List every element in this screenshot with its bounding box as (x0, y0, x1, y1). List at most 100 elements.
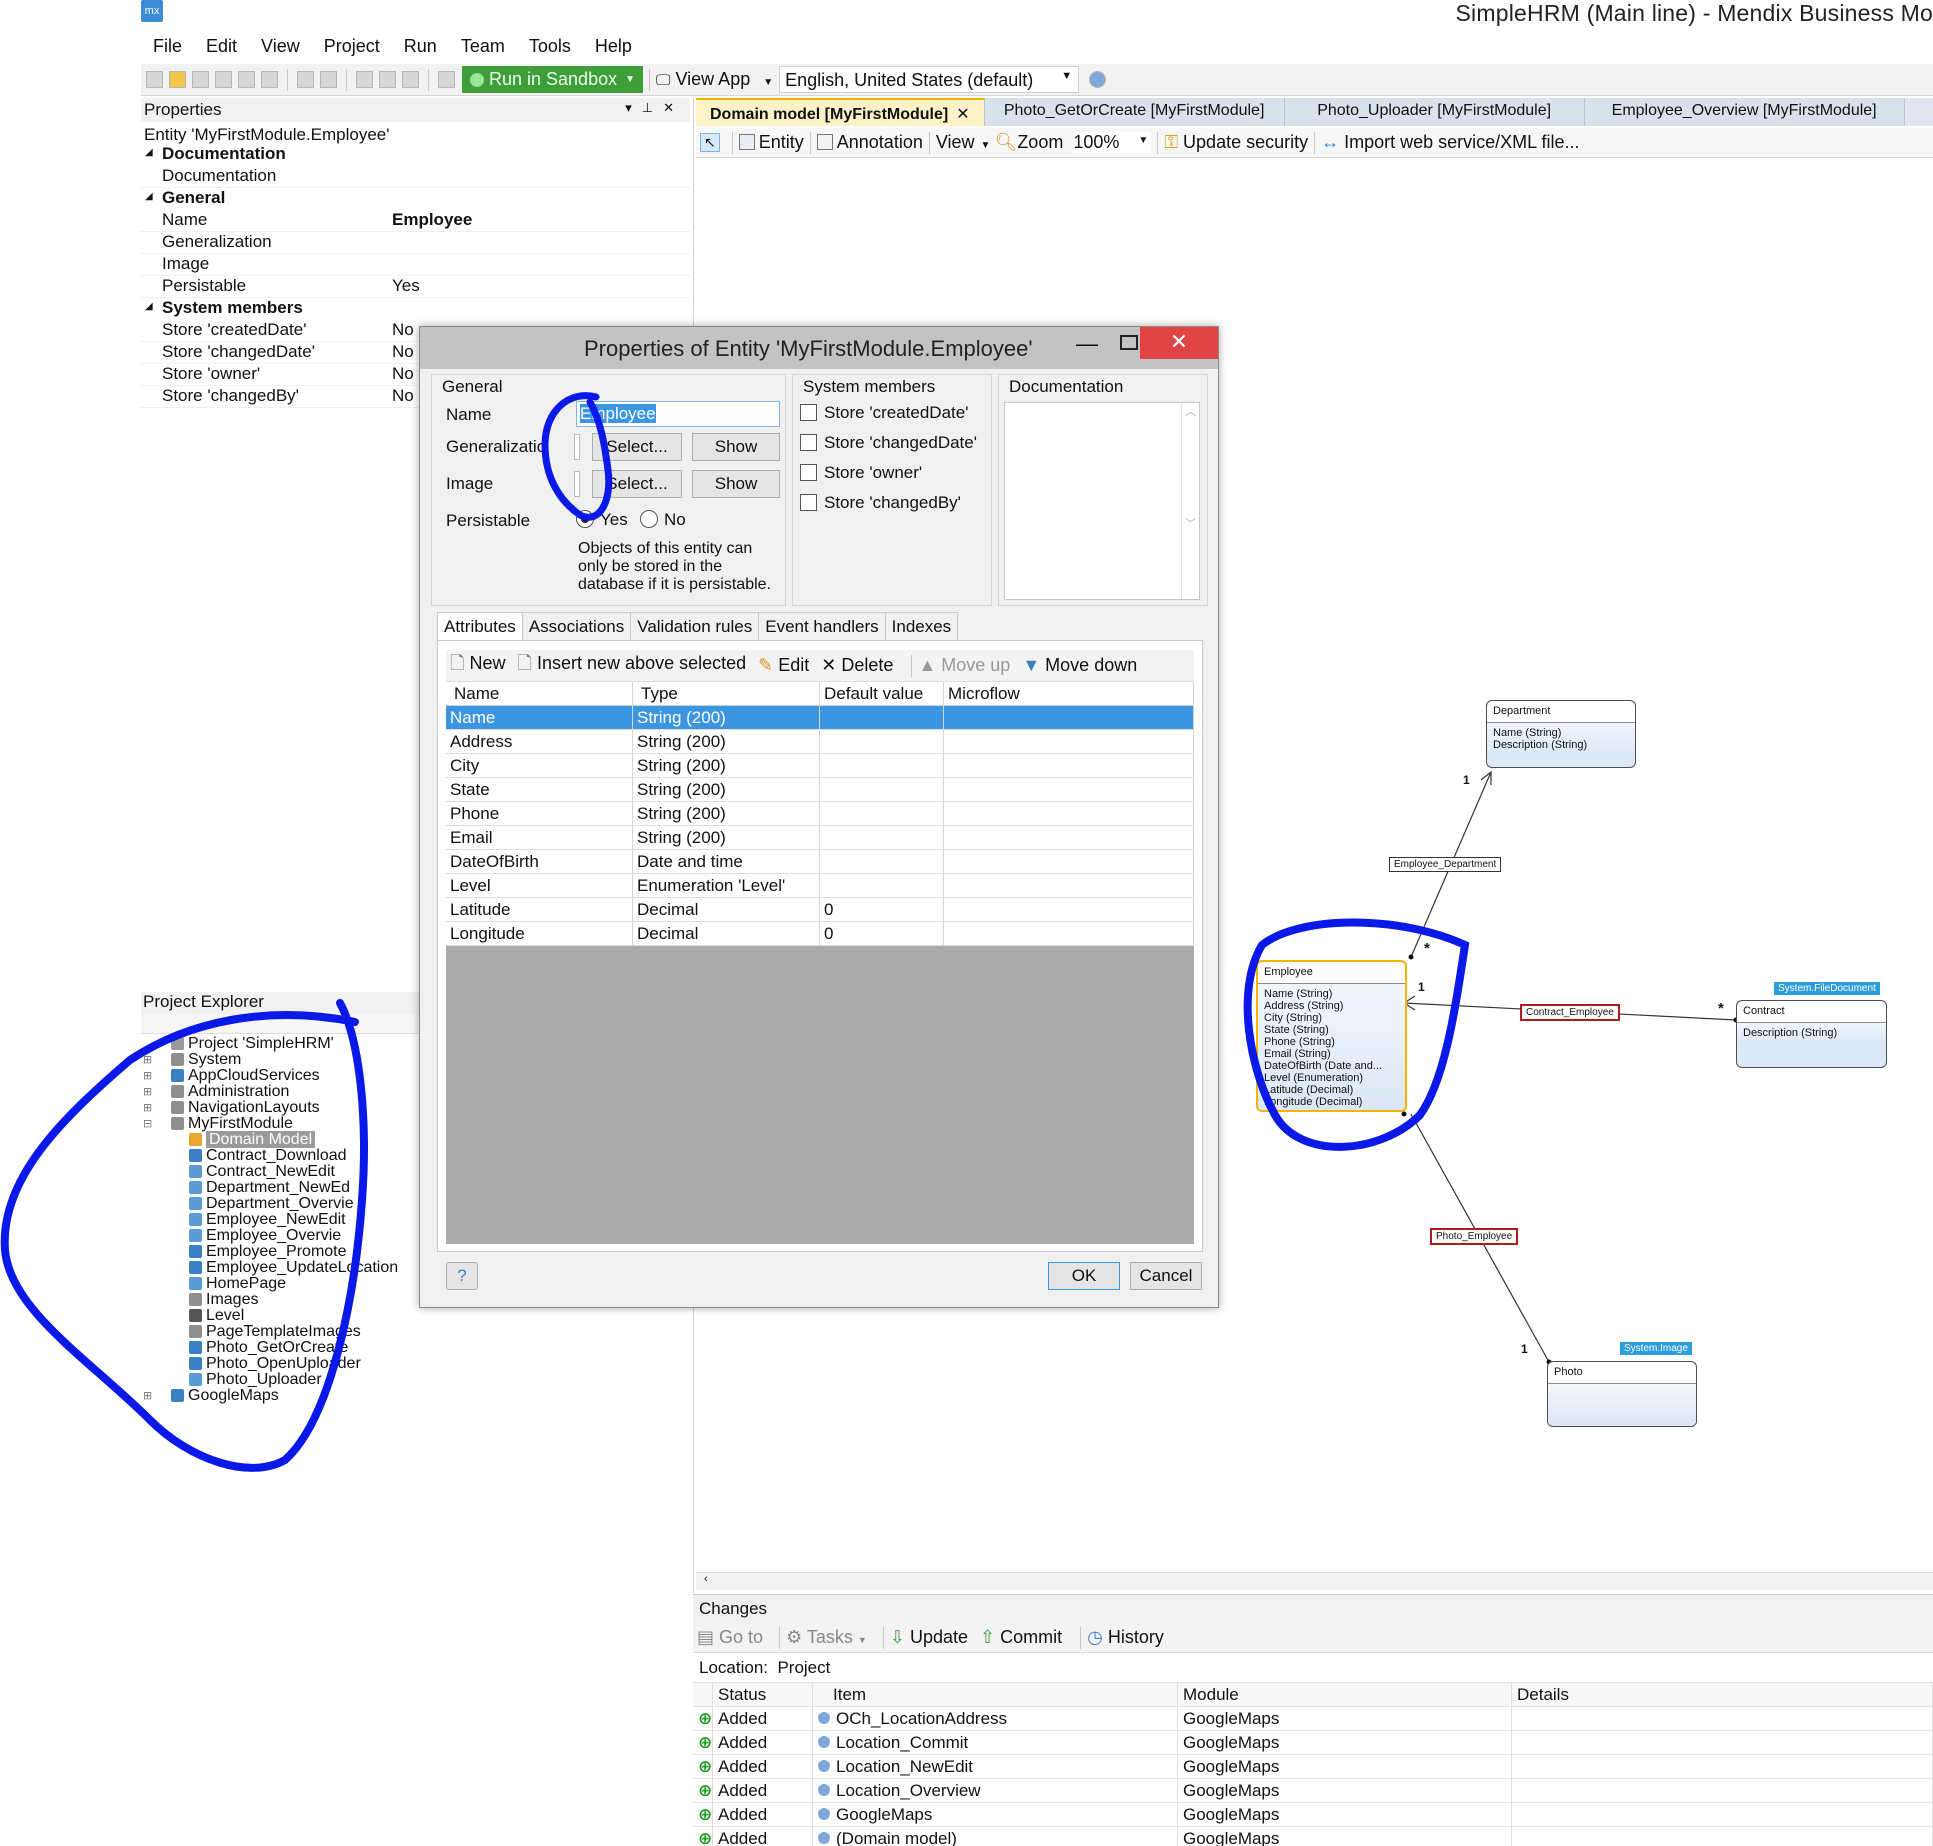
tab-domain-model[interactable]: Domain model [MyFirstModule] ✕ (696, 98, 985, 126)
cut-icon[interactable] (356, 71, 373, 88)
property-value[interactable] (386, 232, 690, 253)
language-select[interactable]: English, United States (default) ▼ (779, 66, 1080, 93)
tab-photo-uploader[interactable]: Photo_Uploader [MyFirstModule] (1284, 98, 1585, 126)
run-in-sandbox-button[interactable]: Run in Sandbox ▼ (462, 66, 643, 93)
changes-row[interactable]: ⊕ Added Location_Commit GoogleMaps (693, 1731, 1933, 1755)
menu-tools[interactable]: Tools (517, 32, 583, 62)
changes-row[interactable]: ⊕ Added Location_NewEdit GoogleMaps (693, 1755, 1933, 1779)
tree-item[interactable]: Contract_Download (141, 1148, 419, 1164)
clipboard-icon[interactable] (402, 71, 419, 88)
paste-icon[interactable] (379, 71, 396, 88)
close-icon[interactable]: ✕ (1140, 327, 1218, 359)
tree-item[interactable]: Contract_NewEdit (141, 1164, 419, 1180)
store-changeddate-checkbox[interactable]: Store 'changedDate' (800, 433, 977, 453)
tree-item[interactable]: Department_Overvie (141, 1196, 419, 1212)
tab-attributes[interactable]: Attributes (437, 612, 523, 640)
association-label-contract-employee[interactable]: Contract_Employee (1520, 1004, 1620, 1021)
generalization-show-button[interactable]: Show (692, 433, 780, 461)
property-row[interactable]: Generalization (141, 232, 690, 254)
tab-employee-overview[interactable]: Employee_Overview [MyFirstModule] (1584, 98, 1905, 126)
menu-help[interactable]: Help (583, 32, 644, 62)
insert-above-button[interactable]: 🗋 Insert new above selected (518, 651, 747, 681)
new-button[interactable]: 🗋 New (450, 651, 506, 681)
property-group[interactable]: Documentation (141, 144, 690, 166)
property-value[interactable]: Yes (386, 276, 690, 297)
tree-item[interactable]: ⊞ GoogleMaps (141, 1388, 419, 1404)
entity-photo[interactable]: Photo (1547, 1361, 1697, 1427)
tree-item[interactable]: ⊟ MyFirstModule (141, 1116, 419, 1132)
tree-item[interactable]: PageTemplateImages (141, 1324, 419, 1340)
tab-photo-getorcreate[interactable]: Photo_GetOrCreate [MyFirstModule] (984, 98, 1285, 126)
entity-button[interactable]: Entity (738, 132, 804, 153)
menu-run[interactable]: Run (392, 32, 449, 62)
generalization-select-button[interactable]: Select... (592, 433, 682, 461)
changes-row[interactable]: ⊕ Added GoogleMaps GoogleMaps (693, 1803, 1933, 1827)
attribute-row[interactable]: Phone String (200) (446, 802, 1194, 826)
expand-icon[interactable]: ⊞ (143, 1084, 152, 1100)
undo-icon[interactable] (297, 71, 314, 88)
edit-button[interactable]: ✎ Edit (758, 655, 809, 676)
open-project-icon[interactable] (146, 71, 163, 88)
menu-edit[interactable]: Edit (194, 32, 249, 62)
tasks-button[interactable]: ⚙ Tasks ▼ (786, 1627, 867, 1648)
expand-icon[interactable]: ⊞ (143, 1100, 152, 1116)
column-microflow[interactable]: Microflow (944, 682, 1194, 705)
zoom-select[interactable]: 100% ▼ (1073, 132, 1152, 153)
attribute-row[interactable]: Longitude Decimal 0 (446, 922, 1194, 946)
persistable-yes-radio[interactable]: Yes (576, 510, 628, 530)
store-createddate-checkbox[interactable]: Store 'createdDate' (800, 403, 968, 423)
view-app-button[interactable]: 🖵 View App ▼ (656, 69, 773, 90)
menu-file[interactable]: File (141, 32, 194, 62)
property-group[interactable]: System members (141, 298, 690, 320)
tree-item[interactable]: Images (141, 1292, 419, 1308)
attribute-row[interactable]: Level Enumeration 'Level' (446, 874, 1194, 898)
view-dropdown[interactable]: View ▼ (936, 132, 991, 153)
commit-button[interactable]: ⇧ Commit (980, 1627, 1062, 1648)
column-status[interactable]: Status (713, 1683, 813, 1706)
tab-associations[interactable]: Associations (521, 612, 632, 640)
tab-event-handlers[interactable]: Event handlers (758, 612, 886, 640)
tree-item[interactable]: ⊞ System (141, 1052, 419, 1068)
expand-icon[interactable]: ⊞ (143, 1068, 152, 1084)
help-icon[interactable] (1089, 71, 1107, 88)
association-label-photo-employee[interactable]: Photo_Employee (1430, 1228, 1519, 1245)
changes-row[interactable]: ⊕ Added Location_Overview GoogleMaps (693, 1779, 1933, 1803)
goto-button[interactable]: ▤ Go to (697, 1627, 763, 1648)
collapse-icon[interactable]: ⊟ (143, 1116, 152, 1132)
tree-item[interactable]: ⊞ NavigationLayouts (141, 1100, 419, 1116)
copy-icon[interactable] (261, 71, 278, 88)
column-item[interactable]: Item (813, 1683, 1178, 1706)
tree-item[interactable]: Employee_Overvie (141, 1228, 419, 1244)
tab-validation-rules[interactable]: Validation rules (630, 612, 760, 640)
tree-item[interactable]: Project 'SimpleHRM' (141, 1036, 419, 1052)
entity-employee[interactable]: Employee Name (String) Address (String) Ci… (1256, 960, 1407, 1112)
changes-row[interactable]: ⊕ Added OCh_LocationAddress GoogleMaps (693, 1707, 1933, 1731)
image-select-button[interactable]: Select... (592, 470, 682, 498)
tree-item[interactable]: Level (141, 1308, 419, 1324)
redo-icon[interactable] (320, 71, 337, 88)
column-type[interactable]: Type (633, 682, 820, 705)
property-row[interactable]: Persistable Yes (141, 276, 690, 298)
close-icon[interactable]: ✕ (956, 106, 969, 123)
store-changedby-checkbox[interactable]: Store 'changedBy' (800, 493, 961, 513)
menu-view[interactable]: View (249, 32, 312, 62)
delete-button[interactable]: ✕ Delete (821, 655, 893, 676)
tree-item[interactable]: ⊞ Administration (141, 1084, 419, 1100)
minimize-icon[interactable]: — (1076, 331, 1098, 357)
annotation-button[interactable]: Annotation (816, 132, 923, 153)
tree-item[interactable]: HomePage (141, 1276, 419, 1292)
tree-item[interactable]: Employee_UpdateLocation (141, 1260, 419, 1276)
tree-item[interactable]: Photo_Uploader (141, 1372, 419, 1388)
canvas-scrollbar[interactable]: ‹ (696, 1572, 1933, 1590)
documentation-textarea[interactable]: ︿ ﹀ (1004, 402, 1200, 600)
history-button[interactable]: ◷ History (1087, 1627, 1164, 1648)
move-up-button[interactable]: ▲ Move up (918, 655, 1010, 676)
column-module[interactable]: Module (1178, 1683, 1512, 1706)
folder-icon[interactable] (169, 71, 186, 88)
attribute-row[interactable]: DateOfBirth Date and time (446, 850, 1194, 874)
maximize-icon[interactable] (1120, 335, 1138, 350)
scrollbar[interactable]: ︿ ﹀ (1181, 403, 1199, 599)
tab-indexes[interactable]: Indexes (884, 612, 959, 640)
attribute-row[interactable]: Address String (200) (446, 730, 1194, 754)
property-group[interactable]: General (141, 188, 690, 210)
